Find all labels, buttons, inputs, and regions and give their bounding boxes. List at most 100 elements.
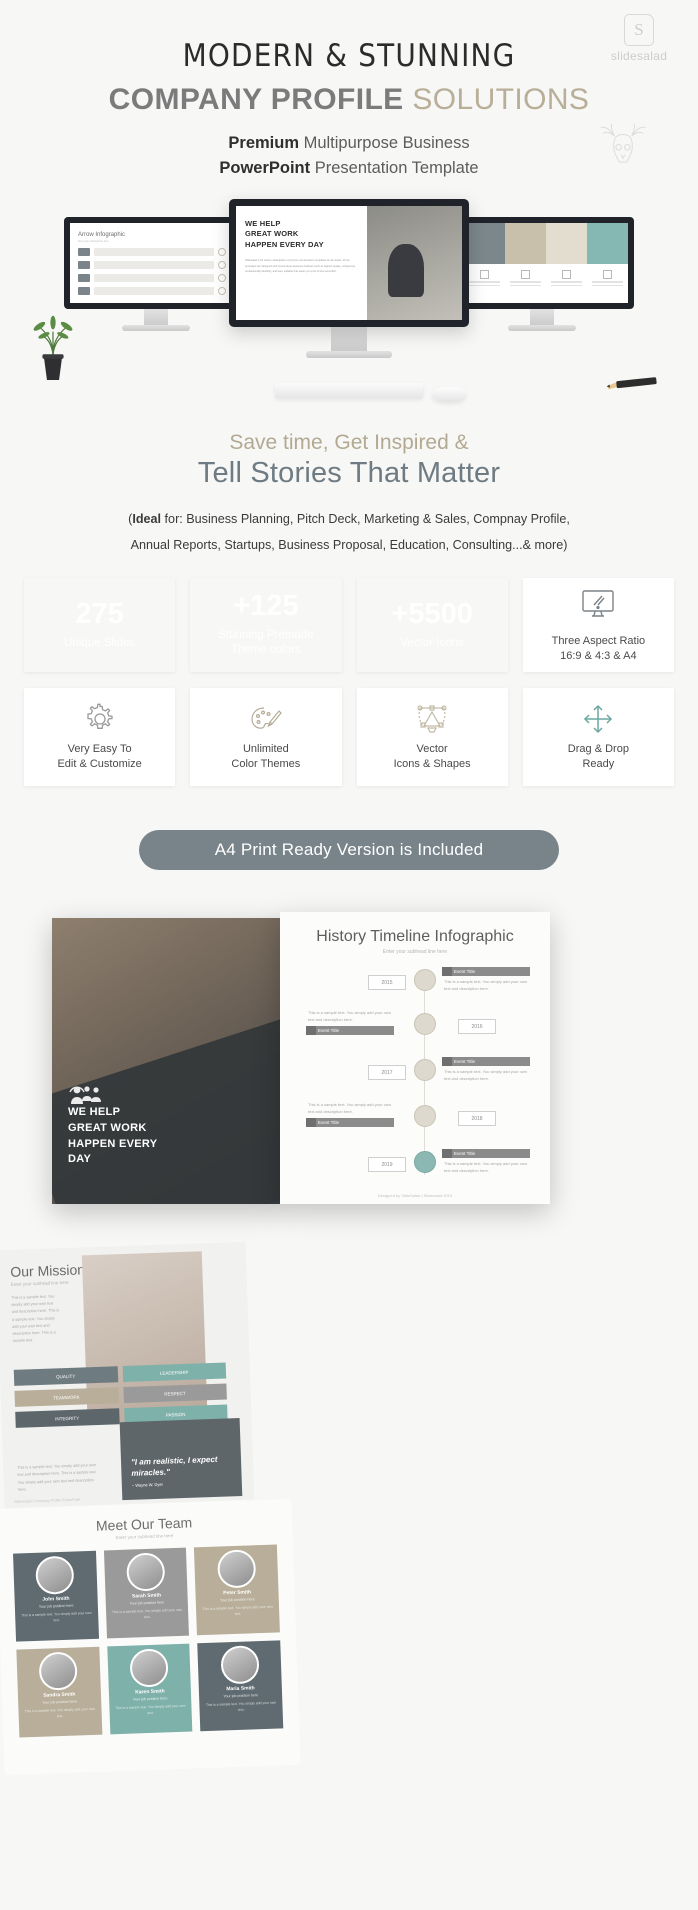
brochure-timeline-page: History Timeline Infographic Enter your … [280,912,550,1205]
title-strong: COMPANY PROFILE [108,83,404,116]
member-role: Your job position here [42,1699,77,1706]
value-tag: LEADERSHIP [122,1362,227,1383]
cover-caption-2: GREAT WORK [68,1121,147,1134]
feature-card-grid: Very Easy To Edit & Customize Unlimited … [24,688,674,787]
timeline-year: 2015 [368,975,406,991]
avatar [216,1549,256,1589]
mission-value-tags: QUALITY LEADERSHIP TEAMWORK RESPECT INTE… [13,1362,228,1429]
feature-label: Drag & Drop Ready [567,742,629,771]
event-text: This is a sample text. You simply add yo… [444,979,527,991]
avatar [126,1552,166,1593]
event-title: Event Title [442,1149,530,1159]
cover-caption-1: WE HELP [68,1105,121,1118]
mission-text-2: This is a sample text. You simply add yo… [17,1463,97,1492]
monitor-icon [580,587,616,621]
pen-tool-icon [414,702,450,736]
team-member: Sarah Smith Your job position here This … [103,1547,190,1639]
pencil-icon [606,376,657,389]
stat-card-unique-slides[interactable]: 275 Unique Slides [24,578,175,672]
mouse-mockup [432,386,466,402]
team-member-grid: John Smith Your job position here This i… [13,1544,284,1738]
member-desc: This is a sample text. You simply add yo… [115,1704,186,1716]
subtitle-bold-1: Premium [228,134,299,152]
event-text: This is a sample text. You simply add yo… [308,1102,391,1114]
tagline-line-1: Save time, Get Inspired & [229,430,469,454]
plant-decoration-icon [33,315,73,380]
brochure-timeline-mockup: WE HELP GREAT WORK HAPPEN EVERY DAY Hist… [0,908,698,1218]
cover-caption-4: DAY [68,1153,92,1166]
timeline-event: Event Title This is a sample text. You s… [442,1057,530,1085]
feature-card-vector-shapes[interactable]: Vector Icons & Shapes [356,688,508,787]
feature-card-color-themes[interactable]: Unlimited Color Themes [190,688,342,787]
member-desc: This is a sample text. You simply add yo… [205,1700,277,1713]
feature-card-easy-edit[interactable]: Very Easy To Edit & Customize [24,688,176,787]
team-member: John Smith Your job position here This i… [13,1551,99,1642]
stat-label: Stunning Premade Theme colors [218,628,314,657]
avatar [35,1555,75,1596]
timeline-node [414,1059,436,1082]
event-text: This is a sample text. You simply add yo… [444,1069,527,1081]
monitor-center-neck [331,326,367,353]
gear-icon [84,702,116,736]
brand-name: slidesalad [610,49,668,63]
device-mockup-group: Arrow Infographic Enter your subhead lin… [0,195,698,415]
ideal-bold: Ideal [132,511,162,526]
monitor-left-neck [144,308,168,327]
timeline-event: Event Title This is a sample text. You s… [442,1149,530,1177]
a4-print-banner[interactable]: A4 Print Ready Version is Included [139,830,559,871]
cover-caption-3: HAPPEN EVERY [68,1137,158,1150]
event-title: Event Title [306,1026,394,1036]
deer-skull-icon [600,123,646,163]
ideal-line-1: for: Business Planning, Pitch Deck, Mark… [161,511,570,526]
brochure-team-mockup: Our Mission Enter your subhead line here… [0,1242,698,1776]
title-light: SOLUTIONS [412,83,590,116]
avatar [129,1648,169,1689]
brochure2-footer: SlideSalad | Company Profile PowerPoint [14,1498,81,1505]
team-member: Maria Smith Your job position here This … [197,1640,284,1732]
timeline-node [414,1105,436,1128]
stat-card-theme-colors[interactable]: +125 Stunning Premade Theme colors [190,578,341,672]
left-slide-row [78,273,226,282]
team-member: Sandra Smith Your job position here This… [16,1647,103,1738]
monitor-right-neck [530,308,554,327]
brochure-footer: Designed by SlideSalad | Slidesalad 2019 [377,1193,453,1199]
quote-text: "I am realistic, I expect miracles." [130,1455,218,1478]
left-slide-subtitle: Enter your subhead line here [78,239,109,243]
stat-card-aspect-ratio[interactable]: Three Aspect Ratio 16:9 & 4:3 & A4 [522,578,674,673]
timeline-event: Event Title This is a sample text. You s… [442,967,530,995]
center-slide-headline-3: HAPPEN EVERY DAY [245,240,324,250]
timeline-event: This is a sample text. You simply add yo… [306,1007,394,1036]
monitor-center: WE HELP GREAT WORK HAPPEN EVERY DAY Slid… [229,198,469,327]
timeline-event: This is a sample text. You simply add yo… [306,1099,394,1128]
tagline-line-2: Tell Stories That Matter [197,456,501,489]
member-desc: This is a sample text. You simply add yo… [21,1611,92,1623]
stat-label: Unique Slides [64,636,136,649]
feature-label: Very Easy To Edit & Customize [57,742,142,771]
value-tag: RESPECT [122,1383,227,1404]
member-desc: This is a sample text. You simply add yo… [202,1605,273,1617]
member-desc: This is a sample text. You simply add yo… [24,1707,96,1719]
slidesalad-logo: S slidesalad [600,14,678,63]
palette-icon [249,702,283,736]
timeline-year: 2019 [368,1157,406,1173]
member-role: Your job position here [132,1696,168,1702]
page-header: S slidesalad MODERN & STUNNING COMPANY P… [0,0,698,181]
value-tag: QUALITY [13,1366,118,1387]
feature-label: Unlimited Color Themes [231,742,301,771]
subtitle-rest-1: Multipurpose Business [299,134,470,152]
member-role: Your job position here [38,1603,74,1610]
avatar [38,1651,79,1692]
feature-card-drag-drop[interactable]: Drag & Drop Ready [522,688,674,787]
brochure-cover-caption: WE HELP GREAT WORK HAPPEN EVERY DAY [68,1105,157,1169]
left-slide-title: Arrow Infographic [78,231,126,238]
team-member: Peter Smith Your job position here This … [194,1544,280,1636]
stat-card-vector-icons[interactable]: +5500 Vector Icons [357,578,508,672]
timeline-subtitle: Enter your subhead line here [382,949,448,956]
ideal-line-2: Annual Reports, Startups, Business Propo… [130,537,568,552]
event-text: This is a sample text. You simply add yo… [444,1161,527,1173]
page-subtitle-headline: COMPANY PROFILE SOLUTIONS [0,83,698,117]
event-title: Event Title [442,1057,530,1067]
left-slide-row [78,286,226,295]
stat-label: Vector Icons [400,636,464,649]
slide-we-help: WE HELP GREAT WORK HAPPEN EVERY DAY Slid… [236,205,462,320]
